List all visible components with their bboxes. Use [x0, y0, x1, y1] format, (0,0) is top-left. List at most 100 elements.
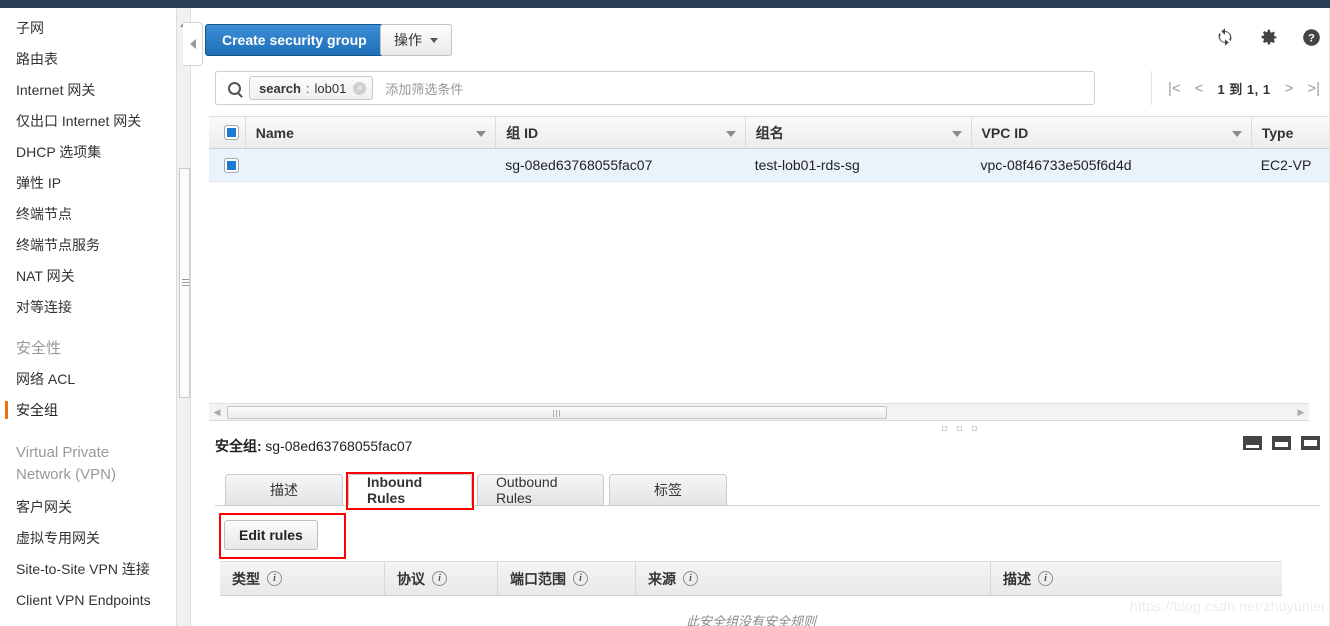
info-icon[interactable]: i	[1038, 571, 1053, 586]
sidebar-item-internet-gateways[interactable]: Internet 网关	[0, 75, 176, 106]
cell-group-name: test-lob01-rds-sg	[754, 157, 860, 173]
column-header-group-id[interactable]: 组 ID	[495, 117, 745, 148]
chevron-down-icon[interactable]	[476, 130, 487, 137]
column-header-group-name-label: 组名	[755, 124, 784, 141]
last-page-button[interactable]: >|	[1307, 80, 1320, 97]
close-icon[interactable]: ×	[353, 81, 367, 95]
search-token-value: lob01	[314, 80, 347, 96]
sidebar-collapse-button[interactable]	[183, 22, 203, 66]
rules-column-type-label: 类型	[232, 570, 260, 587]
panel-layout-split-icon[interactable]	[1272, 436, 1291, 450]
sidebar-scrollbar[interactable]	[176, 8, 191, 626]
search-token-separator: :	[305, 80, 310, 96]
scrollbar-grip-icon	[553, 410, 561, 417]
sidebar-section-vpn: Virtual Private Network (VPN)	[16, 444, 117, 483]
main-content: Create security group 操作 ? search: lob0…	[205, 8, 1330, 626]
prev-page-button[interactable]: <	[1195, 80, 1204, 97]
next-page-button[interactable]: >	[1285, 80, 1294, 97]
refresh-icon[interactable]	[1214, 26, 1236, 48]
resize-dot-icon	[957, 426, 962, 431]
resize-dot-icon	[942, 426, 947, 431]
rules-column-description: 描述 i	[990, 562, 1282, 595]
edit-rules-button[interactable]: Edit rules	[224, 520, 318, 550]
tab-description[interactable]: 描述	[225, 474, 343, 506]
watermark: https://blog.csdn.net/zhuyunier	[1129, 598, 1326, 614]
search-and-pagination-row: search : lob01 × 添加筛选条件 |< < 1 到 1, 1 > …	[215, 71, 1320, 109]
panel-layout-full-icon[interactable]	[1301, 436, 1320, 450]
chevron-down-icon	[430, 37, 438, 43]
column-header-type[interactable]: Type	[1250, 117, 1330, 148]
create-security-group-button[interactable]: Create security group	[205, 24, 384, 56]
row-checkbox[interactable]	[224, 157, 240, 173]
rules-column-type: 类型 i	[220, 562, 384, 595]
sidebar-section-security: 安全性	[16, 340, 62, 357]
info-icon[interactable]: i	[573, 571, 588, 586]
info-icon[interactable]: i	[683, 571, 698, 586]
actions-dropdown-button[interactable]: 操作	[380, 24, 452, 56]
chevron-down-icon[interactable]	[725, 130, 736, 137]
detail-tabs: 描述 Inbound Rules Outbound Rules 标签	[215, 474, 1320, 506]
pagination-controls: |< < 1 到 1, 1 > >|	[1151, 71, 1320, 105]
inbound-rules-table-header: 类型 i 协议 i 端口范围 i 来源 i 描述 i	[220, 561, 1282, 596]
sidebar-item-peering-connections[interactable]: 对等连接	[0, 292, 176, 323]
actions-dropdown-label: 操作	[394, 32, 422, 48]
table-row[interactable]: sg-08ed63768055fac07 test-lob01-rds-sg v…	[209, 149, 1330, 182]
column-header-name[interactable]: Name	[244, 117, 496, 148]
sidebar-item-nat-gateways[interactable]: NAT 网关	[0, 261, 176, 292]
info-icon[interactable]: i	[432, 571, 447, 586]
detail-label: 安全组:	[215, 438, 262, 454]
sidebar-item-endpoint-services[interactable]: 终端节点服务	[0, 230, 176, 261]
gear-icon[interactable]	[1258, 27, 1279, 48]
pagination-count: 1 到 1, 1	[1217, 81, 1271, 97]
rules-column-protocol-label: 协议	[397, 570, 425, 587]
sidebar-item-security-groups[interactable]: 安全组	[0, 395, 176, 426]
search-placeholder-text: 添加筛选条件	[385, 81, 464, 97]
detail-value: sg-08ed63768055fac07	[265, 438, 413, 454]
row-select-cell	[209, 149, 245, 181]
sidebar-item-network-acls[interactable]: 网络 ACL	[0, 364, 176, 395]
first-page-button[interactable]: |<	[1168, 80, 1181, 97]
action-toolbar: Create security group 操作 ?	[205, 16, 1330, 64]
search-input[interactable]: search : lob01 × 添加筛选条件	[215, 71, 1095, 105]
sidebar-item-virtual-private-gateways[interactable]: 虚拟专用网关	[0, 523, 176, 554]
cell-type: EC2-VP	[1260, 157, 1312, 173]
search-filter-token[interactable]: search : lob01 ×	[249, 76, 374, 100]
search-icon	[228, 81, 241, 95]
rules-column-protocol: 协议 i	[384, 562, 497, 595]
table-horizontal-scrollbar[interactable]: ◀ ▶	[209, 403, 1309, 421]
sidebar-item-client-vpn-endpoints[interactable]: Client VPN Endpoints	[0, 585, 176, 616]
panel-layout-toggles	[1243, 436, 1320, 450]
sidebar-item-site-to-site-vpn-connections[interactable]: Site-to-Site VPN 连接	[0, 554, 176, 585]
detail-panel-header: 安全组: sg-08ed63768055fac07	[215, 436, 1320, 466]
sidebar-item-egress-only-internet-gateways[interactable]: 仅出口 Internet 网关	[0, 106, 176, 137]
panel-layout-bottom-icon[interactable]	[1243, 436, 1262, 450]
column-header-group-id-label: 组 ID	[506, 124, 539, 141]
rules-column-source-label: 来源	[648, 570, 676, 587]
tab-outbound-rules[interactable]: Outbound Rules	[477, 474, 604, 506]
search-token-key: search	[259, 80, 301, 96]
cell-vpc-id: vpc-08f46733e505f6d4d	[980, 157, 1132, 173]
scroll-left-arrow-icon[interactable]: ◀	[209, 407, 225, 418]
aws-vpc-console: 子网 路由表 Internet 网关 仅出口 Internet 网关 DHCP …	[0, 0, 1330, 626]
sidebar-scrollbar-thumb[interactable]	[179, 168, 190, 398]
cell-group-id: sg-08ed63768055fac07	[505, 157, 653, 173]
scroll-right-arrow-icon[interactable]: ▶	[1293, 407, 1309, 418]
sidebar-item-elastic-ips[interactable]: 弹性 IP	[0, 168, 176, 199]
horizontal-scrollbar-thumb[interactable]	[227, 406, 887, 419]
info-icon[interactable]: i	[267, 571, 282, 586]
tab-tags[interactable]: 标签	[609, 474, 727, 506]
column-header-vpc-id[interactable]: VPC ID	[970, 117, 1251, 148]
help-icon[interactable]: ?	[1301, 27, 1322, 48]
chevron-down-icon[interactable]	[1231, 130, 1242, 137]
rules-column-port-range-label: 端口范围	[510, 570, 566, 587]
select-all-checkbox[interactable]	[224, 125, 240, 140]
panel-resize-handle[interactable]	[942, 426, 977, 431]
sidebar-item-customer-gateways[interactable]: 客户网关	[0, 492, 176, 523]
sidebar-item-dhcp-options-sets[interactable]: DHCP 选项集	[0, 137, 176, 168]
column-header-group-name[interactable]: 组名	[744, 117, 971, 148]
tab-inbound-rules[interactable]: Inbound Rules	[348, 474, 472, 506]
sidebar-item-route-tables[interactable]: 路由表	[0, 44, 176, 75]
sidebar-item-endpoints[interactable]: 终端节点	[0, 199, 176, 230]
sidebar-item-subnets[interactable]: 子网	[0, 13, 176, 44]
chevron-down-icon[interactable]	[951, 130, 962, 137]
